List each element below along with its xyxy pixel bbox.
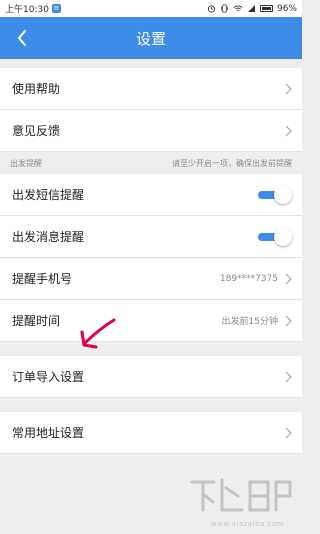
battery-level: 96% <box>276 3 297 14</box>
chevron-right-icon <box>285 315 292 326</box>
top-bar: 设置 <box>0 17 302 59</box>
toggle-knob <box>274 185 292 204</box>
toggle-knob <box>274 227 292 246</box>
chevron-right-icon <box>285 125 292 136</box>
status-bar: 上午10:30 ≡ 96% <box>0 0 302 17</box>
order-import-row[interactable]: 订单导入设置 <box>0 356 302 398</box>
group-hint: 请至少开启一项，确保出发前提醒 <box>172 158 292 168</box>
help-section: 使用帮助 意见反馈 <box>0 68 302 152</box>
reminder-group-header: 出发提醒 请至少开启一项，确保出发前提醒 <box>0 152 302 174</box>
back-chevron-icon <box>18 30 26 46</box>
annotation-arrow-icon <box>80 318 116 349</box>
phone-value: 189****7375 <box>219 273 278 284</box>
order-import-section: 订单导入设置 <box>0 356 302 398</box>
chevron-right-icon <box>285 83 292 94</box>
help-row[interactable]: 使用帮助 <box>0 68 302 110</box>
vibrate-icon <box>220 4 228 13</box>
reminder-time-row[interactable]: 提醒时间 出发前15分钟 <box>0 300 302 342</box>
reminder-time-label: 提醒时间 <box>12 314 61 328</box>
sms-reminder-label: 出发短信提醒 <box>12 188 85 202</box>
app-notification-icon: ≡ <box>51 4 61 13</box>
phone-label: 提醒手机号 <box>12 272 73 286</box>
battery-icon <box>259 5 273 12</box>
group-title: 出发提醒 <box>10 158 42 168</box>
wifi-icon <box>233 5 243 11</box>
msg-reminder-row: 出发消息提醒 <box>0 216 302 258</box>
signal-icon <box>247 5 255 12</box>
spacer <box>0 59 302 68</box>
back-button[interactable] <box>10 26 34 50</box>
spacer <box>0 398 302 412</box>
msg-reminder-label: 出发消息提醒 <box>12 230 85 244</box>
feedback-label: 意见反馈 <box>12 124 61 138</box>
spacer <box>0 342 302 356</box>
status-time: 上午10:30 <box>5 5 49 15</box>
alarm-icon <box>207 5 216 13</box>
sms-reminder-row: 出发短信提醒 <box>0 174 302 216</box>
address-section: 常用地址设置 <box>0 412 302 454</box>
order-import-label: 订单导入设置 <box>12 370 85 384</box>
address-label: 常用地址设置 <box>12 426 85 440</box>
reminder-section: 出发短信提醒 出发消息提醒 提醒手机号 189****7375 提醒时间 出发前… <box>0 174 302 342</box>
watermark-text: www.xiazaiba.com <box>211 520 284 528</box>
feedback-row[interactable]: 意见反馈 <box>0 110 302 152</box>
sms-reminder-toggle[interactable] <box>258 185 292 204</box>
chevron-right-icon <box>285 371 292 382</box>
chevron-right-icon <box>285 273 292 284</box>
reminder-time-value: 出发前15分钟 <box>221 317 278 327</box>
msg-reminder-toggle[interactable] <box>258 227 292 246</box>
help-label: 使用帮助 <box>12 82 61 96</box>
chevron-right-icon <box>285 427 292 438</box>
watermark-logo-icon <box>190 478 292 512</box>
page-title: 设置 <box>135 29 166 48</box>
phone-row[interactable]: 提醒手机号 189****7375 <box>0 258 302 300</box>
address-row[interactable]: 常用地址设置 <box>0 412 302 454</box>
